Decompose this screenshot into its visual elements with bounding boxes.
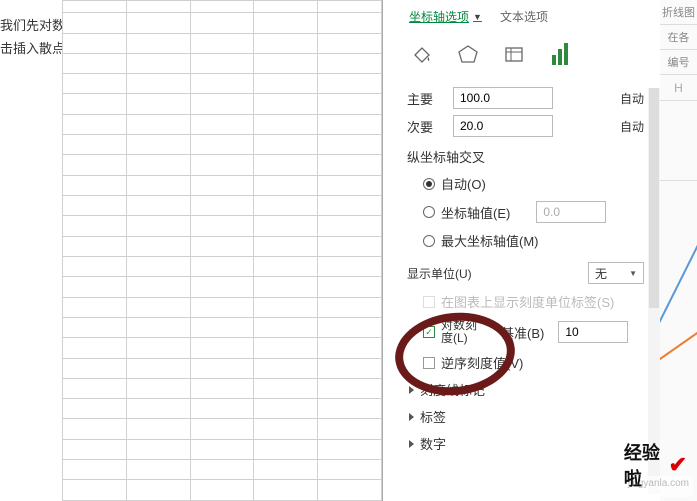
- pentagon-effects-icon[interactable]: [455, 41, 481, 67]
- format-axis-panel: 坐标轴选项 ▼ 文本选项 主要 自动 次要 自动 纵坐标轴交叉: [382, 0, 660, 501]
- chevron-down-icon: ▼: [473, 12, 482, 22]
- right-tab-0[interactable]: 折线图: [660, 0, 697, 25]
- expander-tick-marks[interactable]: 刻度线标记: [409, 380, 644, 399]
- spreadsheet-grid[interactable]: [62, 0, 382, 501]
- major-unit-input[interactable]: [453, 87, 553, 109]
- right-tab-2[interactable]: 编号: [660, 50, 697, 75]
- fill-bucket-icon[interactable]: [409, 41, 435, 67]
- major-unit-label: 主要: [407, 89, 443, 108]
- reverse-order-checkbox[interactable]: 逆序刻度值(V): [423, 353, 644, 372]
- panel-category-icons: [391, 31, 660, 81]
- checkbox-icon: [423, 296, 435, 308]
- triangle-right-icon: [409, 386, 414, 394]
- radio-icon: [423, 235, 435, 247]
- checkbox-icon: [423, 357, 435, 369]
- cross-max-radio[interactable]: 最大坐标轴值(M): [423, 231, 644, 250]
- text-options-tab[interactable]: 文本选项: [500, 8, 548, 25]
- size-properties-icon[interactable]: [501, 41, 527, 67]
- check-mark-icon: ✔: [669, 452, 687, 478]
- minor-auto-label: 自动: [620, 118, 644, 135]
- display-unit-label: 显示单位(U): [407, 265, 472, 282]
- log-scale-checkbox[interactable]: [423, 326, 435, 338]
- log-base-label: 基准(B): [501, 323, 544, 342]
- cross-value-radio[interactable]: 坐标轴值(E): [423, 201, 644, 223]
- chevron-down-icon: ▼: [629, 269, 637, 278]
- column-header-h[interactable]: H: [660, 75, 697, 101]
- triangle-right-icon: [409, 413, 414, 421]
- radio-icon: [423, 206, 435, 218]
- triangle-right-icon: [409, 440, 414, 448]
- scrollbar-thumb[interactable]: [649, 88, 659, 308]
- display-unit-select[interactable]: 无 ▼: [588, 262, 644, 284]
- log-base-input[interactable]: [558, 321, 628, 343]
- radio-icon: [423, 178, 435, 190]
- minor-unit-label: 次要: [407, 117, 443, 136]
- cross-value-input[interactable]: [536, 201, 606, 223]
- right-cropped-column: 折线图 在各 编号 H: [660, 0, 697, 501]
- watermark: 经验啦 ✔ jingyanla.com: [624, 476, 693, 497]
- major-auto-label: 自动: [620, 90, 644, 107]
- bar-chart-icon[interactable]: [547, 41, 573, 67]
- expander-labels[interactable]: 标签: [409, 407, 644, 426]
- cropped-article-text: 我们先对数 击插入散点: [0, 14, 60, 61]
- cross-auto-radio[interactable]: 自动(O): [423, 174, 644, 193]
- right-tab-1[interactable]: 在各: [660, 25, 697, 50]
- panel-scrollbar[interactable]: [648, 88, 660, 494]
- minor-unit-input[interactable]: [453, 115, 553, 137]
- expander-numbers[interactable]: 数字: [409, 434, 644, 453]
- axis-cross-heading: 纵坐标轴交叉: [407, 147, 644, 166]
- axis-options-tab[interactable]: 坐标轴选项 ▼: [409, 8, 482, 25]
- show-unit-label-checkbox: 在图表上显示刻度单位标签(S): [423, 292, 644, 311]
- partial-line-chart: [660, 181, 697, 381]
- log-scale-label: 对数刻 度(L): [441, 319, 487, 345]
